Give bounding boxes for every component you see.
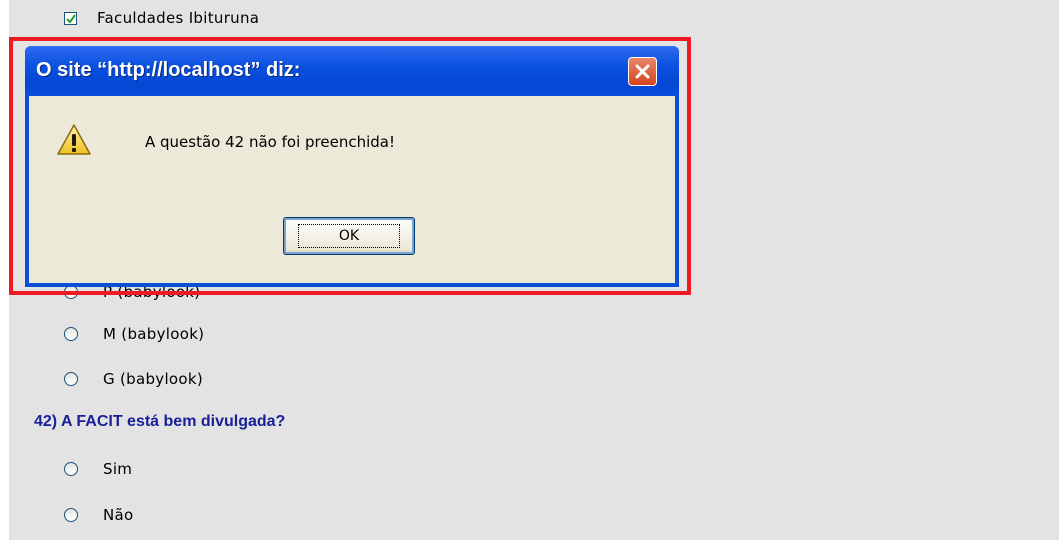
checkbox[interactable] [64,11,77,25]
question-42-title: 42) A FACIT está bem divulgada? [34,413,286,430]
checkbox-row-faculdades[interactable]: Faculdades Ibituruna [64,9,259,27]
highlight-frame [9,37,691,295]
radio-label: Sim [103,460,133,478]
radio-row-sim[interactable]: Sim [64,460,132,478]
checkbox-label: Faculdades Ibituruna [97,9,260,27]
radio-row-g-babylook[interactable]: G (babylook) [64,370,203,388]
radio-label: G (babylook) [103,370,204,388]
checkmark-icon [66,13,76,24]
radio-row-m-babylook[interactable]: M (babylook) [64,325,204,343]
radio-label: Não [103,506,134,524]
radio-button[interactable] [64,372,78,386]
radio-button[interactable] [64,508,78,522]
radio-button[interactable] [64,462,78,476]
radio-row-nao[interactable]: Não [64,506,134,524]
radio-label: M (babylook) [103,325,205,343]
radio-button[interactable] [64,327,78,341]
